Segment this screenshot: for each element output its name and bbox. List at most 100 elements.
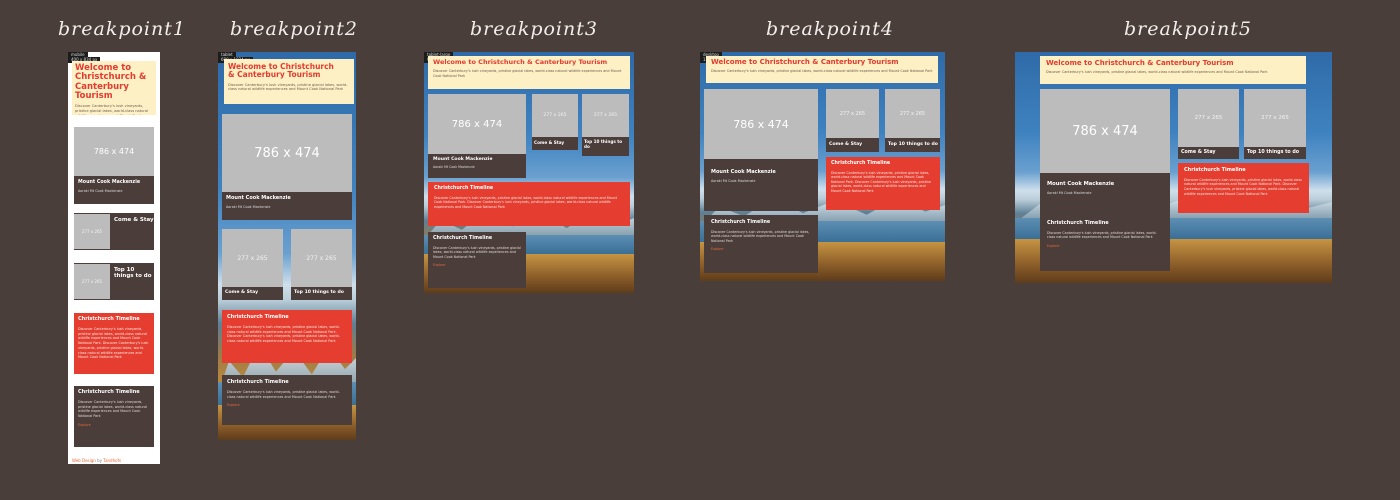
breakpoint-1-frame: mobile 400 x 834 px Welcome to Christchu… bbox=[68, 52, 160, 464]
timeline-text: Discover Canterbury's lush vineyards, pr… bbox=[78, 399, 147, 419]
image-placeholder-small: 277 x 265 bbox=[222, 229, 283, 287]
mount-cook-card[interactable]: Mount Cook Mackenzie Aoraki Mt Cook Mack… bbox=[222, 192, 352, 220]
top10-title: Top 10 things to do bbox=[294, 290, 344, 295]
come-stay-title: Come & Stay bbox=[114, 217, 154, 223]
timeline-card-red[interactable]: Christchurch Timeline Discover Canterbur… bbox=[428, 182, 630, 226]
image-placeholder-small: 277 x 265 bbox=[1178, 89, 1239, 147]
timeline-card-brown[interactable]: Christchurch Timeline Discover Canterbur… bbox=[222, 375, 352, 425]
timeline-text: Discover Canterbury's lush vineyards, pr… bbox=[1184, 177, 1302, 196]
timeline-card-brown[interactable]: Christchurch Timeline Discover Canterbur… bbox=[428, 232, 526, 288]
image-placeholder-small: 277 x 265 bbox=[826, 89, 879, 138]
mount-cook-card[interactable]: Mount Cook Mackenzie Aoraki Mt Cook Mack… bbox=[428, 154, 526, 178]
site-title: Welcome to Christchurch & Canterbury Tou… bbox=[433, 58, 608, 66]
top10-card[interactable]: 277 x 265 Top 10 things to do bbox=[291, 229, 352, 300]
explore-link[interactable]: Explore bbox=[227, 403, 347, 407]
image-placeholder-large: 786 x 474 bbox=[1040, 89, 1170, 173]
timeline-text: Discover Canterbury's lush vineyards, pr… bbox=[1047, 230, 1157, 240]
explore-link[interactable]: Explore bbox=[711, 247, 811, 251]
breakpoint-2-frame: tablet 600 x 1024 px Welcome to Christch… bbox=[218, 52, 356, 440]
top10-title: Top 10 things to do bbox=[1247, 150, 1300, 155]
timeline-title: Christchurch Timeline bbox=[711, 220, 771, 225]
breakpoint-3-frame: tablet-large 960 x 1024 px Welcome to Ch… bbox=[424, 52, 634, 293]
explore-link[interactable]: Explore bbox=[1047, 244, 1163, 248]
top10-card[interactable]: 277 x 265 Top 10 things to do bbox=[582, 94, 629, 156]
timeline-text: Discover Canterbury's lush vineyards, pr… bbox=[433, 245, 521, 259]
mount-cook-title: Mount Cook Mackenzie bbox=[711, 169, 776, 175]
come-stay-card[interactable]: 277 x 265 Come & Stay bbox=[826, 89, 879, 152]
timeline-title: Christchurch Timeline bbox=[1047, 220, 1109, 226]
timeline-text: Discover Canterbury's lush vineyards, pr… bbox=[227, 389, 340, 399]
timeline-text: Discover Canterbury's lush vineyards, pr… bbox=[434, 195, 618, 209]
timeline-text: Discover Canterbury's lush vineyards, pr… bbox=[78, 326, 149, 360]
site-intro: Discover Canterbury's lush vineyards, pr… bbox=[433, 69, 622, 78]
image-placeholder-small: 277 x 265 bbox=[1244, 89, 1306, 147]
come-stay-title: Come & Stay bbox=[225, 290, 259, 295]
timeline-card-red[interactable]: Christchurch Timeline Discover Canterbur… bbox=[826, 157, 940, 210]
site-intro: Discover Canterbury's lush vineyards, pr… bbox=[1046, 69, 1268, 74]
site-header: Welcome to Christchurch & Canterbury Tou… bbox=[224, 59, 354, 104]
footer-link[interactable]: Web Design bbox=[72, 458, 96, 463]
site-title: Welcome to Christchurch & Canterbury Tou… bbox=[228, 62, 334, 80]
mount-cook-card[interactable]: Mount Cook Mackenzie Aoraki Mt Cook Mack… bbox=[704, 159, 818, 211]
come-stay-title: Come & Stay bbox=[534, 140, 565, 145]
site-footer: Web Design by Tandhofs bbox=[72, 458, 121, 463]
timeline-card-red[interactable]: Christchurch Timeline Discover Canterbur… bbox=[74, 313, 154, 374]
image-placeholder-large: 786 x 474 bbox=[704, 89, 818, 159]
come-stay-card[interactable]: 277 x 265 Come & Stay bbox=[1178, 89, 1239, 159]
site-title: Welcome to Christchurch & Canterbury Tou… bbox=[75, 63, 147, 102]
come-stay-card[interactable]: 277 x 265 Come & Stay bbox=[222, 229, 283, 300]
timeline-title: Christchurch Timeline bbox=[78, 316, 140, 322]
image-placeholder-small: 277 x 265 bbox=[74, 214, 110, 249]
site-header: Welcome to Christchurch & Canterbury Tou… bbox=[706, 56, 938, 83]
timeline-title: Christchurch Timeline bbox=[227, 314, 289, 320]
site-header: Welcome to Christchurch & Canterbury Tou… bbox=[72, 61, 156, 115]
top10-card[interactable]: 277 x 265 Top 10 things to do bbox=[1244, 89, 1306, 159]
site-header: Welcome to Christchurch & Canterbury Tou… bbox=[428, 56, 630, 89]
timeline-card-red[interactable]: Christchurch Timeline Discover Canterbur… bbox=[1178, 163, 1309, 213]
come-stay-card[interactable]: 277 x 265 Come & Stay bbox=[532, 94, 578, 150]
breakpoint-5-frame: Welcome to Christchurch & Canterbury Tou… bbox=[1015, 52, 1332, 283]
timeline-title: Christchurch Timeline bbox=[831, 161, 891, 166]
mount-cook-subtitle: Aoraki Mt Cook Mackenzie bbox=[78, 188, 123, 193]
timeline-card-red[interactable]: Christchurch Timeline Discover Canterbur… bbox=[222, 310, 352, 363]
mount-cook-card[interactable]: Mount Cook Mackenzie Aoraki Mt Cook Mack… bbox=[74, 176, 154, 204]
breakpoint-5-label: breakpoint5 bbox=[1124, 18, 1252, 40]
mount-cook-subtitle: Aoraki Mt Cook Mackenzie bbox=[433, 165, 475, 170]
mount-cook-title: Mount Cook Mackenzie bbox=[433, 157, 493, 162]
come-stay-title: Come & Stay bbox=[1181, 150, 1216, 155]
breakpoint-1-label: breakpoint1 bbox=[58, 18, 186, 40]
timeline-title: Christchurch Timeline bbox=[227, 379, 289, 385]
mount-cook-title: Mount Cook Mackenzie bbox=[1047, 181, 1115, 187]
breakpoint-4-label: breakpoint4 bbox=[766, 18, 894, 40]
breakpoint-3-label: breakpoint3 bbox=[470, 18, 598, 40]
image-placeholder-large: 786 x 474 bbox=[74, 127, 154, 176]
site-intro: Discover Canterbury's lush vineyards, pr… bbox=[228, 82, 348, 92]
timeline-card-brown[interactable]: Christchurch Timeline Discover Canterbur… bbox=[704, 215, 818, 273]
site-intro: Discover Canterbury's lush vineyards, pr… bbox=[711, 68, 933, 73]
come-stay-title: Come & Stay bbox=[829, 142, 863, 147]
explore-link[interactable]: Explore bbox=[433, 263, 521, 267]
top10-title: Top 10 things to do bbox=[114, 267, 152, 280]
mount-cook-subtitle: Aoraki Mt Cook Mackenzie bbox=[1047, 190, 1092, 195]
image-placeholder-small: 277 x 265 bbox=[582, 94, 629, 137]
explore-link[interactable]: Explore bbox=[78, 423, 150, 427]
mount-cook-subtitle: Aoraki Mt Cook Mackenzie bbox=[711, 178, 756, 183]
timeline-title: Christchurch Timeline bbox=[434, 186, 494, 191]
top10-title: Top 10 things to do bbox=[888, 142, 938, 147]
image-placeholder-small: 277 x 265 bbox=[885, 89, 940, 138]
footer-by: by bbox=[97, 458, 102, 463]
site-header: Welcome to Christchurch & Canterbury Tou… bbox=[1040, 56, 1306, 84]
site-title: Welcome to Christchurch & Canterbury Tou… bbox=[711, 58, 899, 66]
come-stay-card[interactable]: 277 x 265 Come & Stay bbox=[74, 213, 154, 250]
image-placeholder-small: 277 x 265 bbox=[291, 229, 352, 287]
mount-cook-subtitle: Aoraki Mt Cook Mackenzie bbox=[226, 204, 271, 209]
breakpoint-2-label: breakpoint2 bbox=[230, 18, 358, 40]
mount-cook-title: Mount Cook Mackenzie bbox=[78, 180, 141, 185]
top10-card[interactable]: 277 x 265 Top 10 things to do bbox=[74, 263, 154, 300]
image-placeholder-small: 277 x 265 bbox=[74, 264, 110, 299]
mount-cook-card[interactable]: Mount Cook Mackenzie Aoraki Mt Cook Mack… bbox=[1040, 173, 1170, 216]
footer-author-link[interactable]: Tandhofs bbox=[103, 458, 121, 463]
timeline-card-brown[interactable]: Christchurch Timeline Discover Canterbur… bbox=[74, 386, 154, 447]
top10-card[interactable]: 277 x 265 Top 10 things to do bbox=[885, 89, 940, 152]
timeline-card-brown[interactable]: Christchurch Timeline Discover Canterbur… bbox=[1040, 216, 1170, 271]
